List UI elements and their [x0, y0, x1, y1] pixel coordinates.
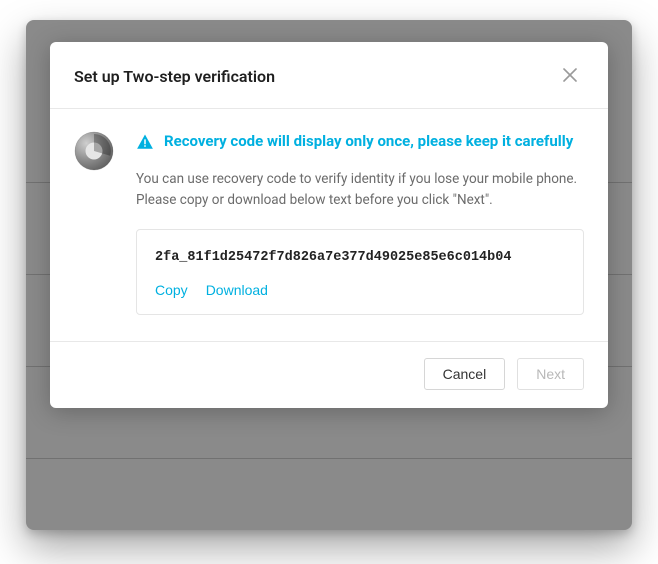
- description-line-1: You can use recovery code to verify iden…: [136, 171, 577, 187]
- copy-button[interactable]: Copy: [155, 282, 188, 298]
- close-icon: [563, 68, 577, 85]
- background-divider: [26, 458, 632, 459]
- recovery-code-text: 2fa_81f1d25472f7d826a7e377d49025e85e6c01…: [155, 248, 565, 268]
- modal-title: Set up Two-step verification: [74, 67, 275, 86]
- modal-footer: Cancel Next: [50, 341, 608, 408]
- recovery-description: You can use recovery code to verify iden…: [136, 169, 584, 211]
- two-step-verification-modal: Set up Two-step verification: [50, 42, 608, 408]
- headline-text: Recovery code will display only once, pl…: [164, 131, 573, 153]
- cancel-button[interactable]: Cancel: [424, 358, 506, 390]
- recovery-code-panel: 2fa_81f1d25472f7d826a7e377d49025e85e6c01…: [136, 229, 584, 315]
- next-button[interactable]: Next: [517, 358, 584, 390]
- code-actions: Copy Download: [155, 282, 565, 298]
- download-button[interactable]: Download: [206, 282, 268, 298]
- description-line-2: Please copy or download below text befor…: [136, 192, 493, 208]
- modal-body: Recovery code will display only once, pl…: [50, 109, 608, 341]
- warning-triangle-icon: [136, 133, 154, 151]
- close-button[interactable]: [556, 62, 584, 90]
- authenticator-app-icon: [74, 131, 114, 171]
- recovery-warning-headline: Recovery code will display only once, pl…: [136, 131, 584, 153]
- modal-header: Set up Two-step verification: [50, 42, 608, 109]
- modal-content: Recovery code will display only once, pl…: [136, 131, 584, 315]
